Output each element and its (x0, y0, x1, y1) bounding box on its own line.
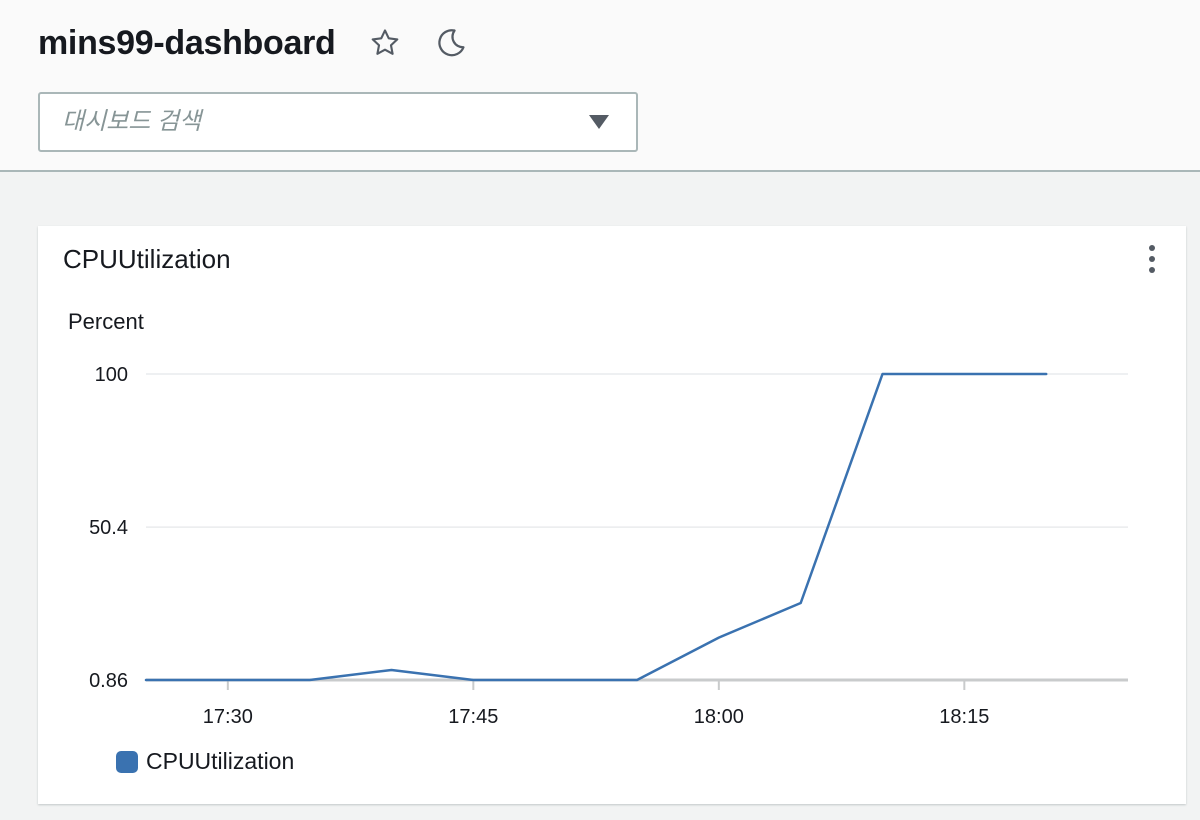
cpu-line-chart: Percent 100 50.4 0.86 17:30 17:45 18:00 18:15 (68, 309, 1128, 728)
favorite-button[interactable] (368, 26, 402, 60)
cpu-utilization-widget: CPUUtilization Percent 100 50.4 0.86 17:30… (38, 226, 1186, 804)
x-tick-label: 17:45 (448, 706, 498, 728)
star-outline-icon (371, 29, 398, 55)
dashboard-header: mins99-dashboard (0, 0, 1200, 172)
y-ticks: 100 50.4 0.86 (89, 364, 128, 692)
y-tick-label: 0.86 (89, 670, 128, 692)
x-ticks: 17:30 17:45 18:00 18:15 (203, 680, 989, 728)
x-tick-label: 17:30 (203, 706, 253, 728)
dashboard-title: mins99-dashboard (38, 23, 336, 62)
title-row: mins99-dashboard (38, 20, 468, 66)
legend-swatch (116, 750, 138, 773)
theme-toggle-button[interactable] (434, 26, 468, 60)
y-axis-label: Percent (68, 309, 144, 334)
moon-icon (437, 29, 465, 57)
y-tick-label: 50.4 (89, 517, 128, 539)
gridlines (146, 373, 1128, 682)
caret-down-icon (589, 115, 609, 129)
dashboard-search-input[interactable] (40, 93, 588, 151)
dashboard-search-select[interactable] (38, 92, 638, 152)
legend-item-cpuutilization[interactable]: CPUUtilization (116, 748, 294, 775)
x-tick-label: 18:00 (694, 706, 744, 728)
y-tick-label: 100 (95, 364, 128, 386)
x-tick-label: 18:15 (939, 706, 989, 728)
legend-label: CPUUtilization (146, 748, 295, 774)
